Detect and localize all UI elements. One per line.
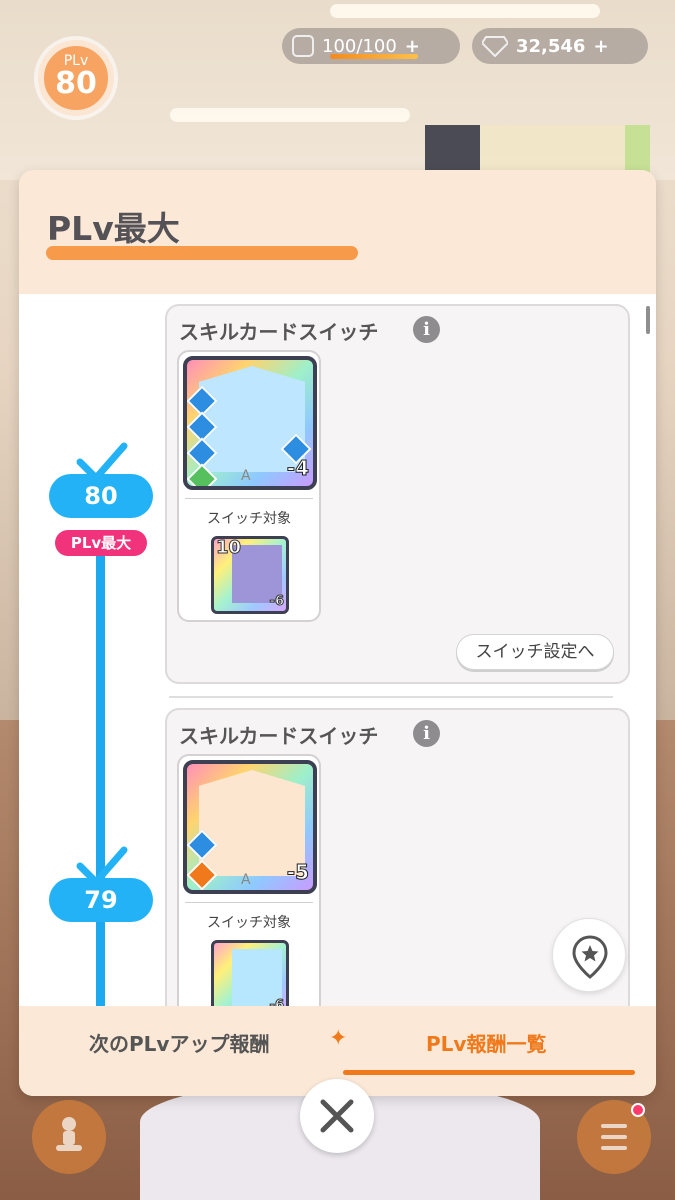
info-icon[interactable]: i — [413, 316, 440, 343]
switch-target-card[interactable]: 10 -6 — [211, 536, 289, 614]
modal-title: PLv最大 — [47, 209, 180, 248]
reward-title: スキルカードスイッチ — [179, 320, 379, 344]
info-icon[interactable]: i — [413, 720, 440, 747]
plv-max-badge: PLv最大 — [55, 530, 147, 556]
switch-target-card[interactable]: -6 — [211, 940, 289, 1006]
timeline-line — [96, 544, 105, 1006]
close-icon — [320, 1099, 354, 1133]
close-button[interactable] — [300, 1079, 374, 1153]
plv-indicator[interactable]: PLv 80 — [38, 40, 114, 116]
sparkle-icon: ✦ — [329, 1026, 348, 1051]
timeline-node-79: 79 — [49, 878, 153, 922]
tab-next-reward[interactable]: 次のPLvアップ報酬 — [89, 1028, 269, 1057]
jewel-counter[interactable]: 32,546 + — [472, 28, 648, 64]
character-button[interactable] — [32, 1100, 106, 1174]
timeline-node-80: 80 — [49, 474, 153, 518]
background-light — [330, 4, 600, 18]
jewel-plus-icon[interactable]: + — [593, 36, 608, 57]
reward-card: スキルカードスイッチ i -4 A スイッチ対象 10 -6 スイッチ設定へ — [165, 304, 630, 684]
stamina-bar — [330, 54, 418, 59]
switch-target-label: スイッチ対象 — [207, 915, 291, 931]
plv-reward-modal: PLv最大 80 PLv最大 79 スキルカードスイッチ i -4 A スイッチ… — [19, 170, 656, 1096]
reward-list[interactable]: 80 PLv最大 79 スキルカードスイッチ i -4 A スイッチ対象 10 … — [19, 294, 656, 1006]
tab-reward-list[interactable]: PLv報酬一覧 — [426, 1028, 546, 1057]
title-underline — [46, 246, 358, 260]
skill-card[interactable]: -4 A — [183, 356, 317, 490]
card-cost: -4 — [286, 456, 309, 481]
skill-card[interactable]: -5 A — [183, 760, 317, 894]
notification-badge — [631, 1103, 645, 1117]
target-card-cost: -6 — [269, 998, 284, 1007]
skill-card-box[interactable]: -5 A スイッチ対象 -6 — [177, 754, 321, 1006]
background-light — [170, 108, 410, 122]
card-divider — [185, 498, 313, 499]
scrollbar[interactable] — [646, 306, 650, 334]
plv-value: 80 — [55, 66, 97, 101]
card-divider — [185, 902, 313, 903]
jewel-icon — [482, 36, 508, 57]
switch-settings-button[interactable]: スイッチ設定へ — [456, 634, 614, 670]
section-divider — [169, 696, 613, 698]
target-card-cost: -6 — [269, 594, 284, 610]
active-tab-indicator — [343, 1070, 635, 1075]
skill-card-box[interactable]: -4 A スイッチ対象 10 -6 — [177, 350, 321, 622]
location-button[interactable] — [552, 918, 626, 992]
card-grade: A — [241, 468, 251, 484]
switch-target-label: スイッチ対象 — [207, 511, 291, 527]
location-pin-icon — [572, 935, 608, 979]
card-grade: A — [241, 872, 251, 888]
figure-icon — [56, 1117, 82, 1151]
stamina-icon — [292, 35, 314, 57]
card-cost: -5 — [286, 860, 309, 885]
jewel-value: 32,546 — [516, 35, 586, 57]
reward-title: スキルカードスイッチ — [179, 724, 379, 748]
target-card-level: 10 — [215, 537, 242, 559]
